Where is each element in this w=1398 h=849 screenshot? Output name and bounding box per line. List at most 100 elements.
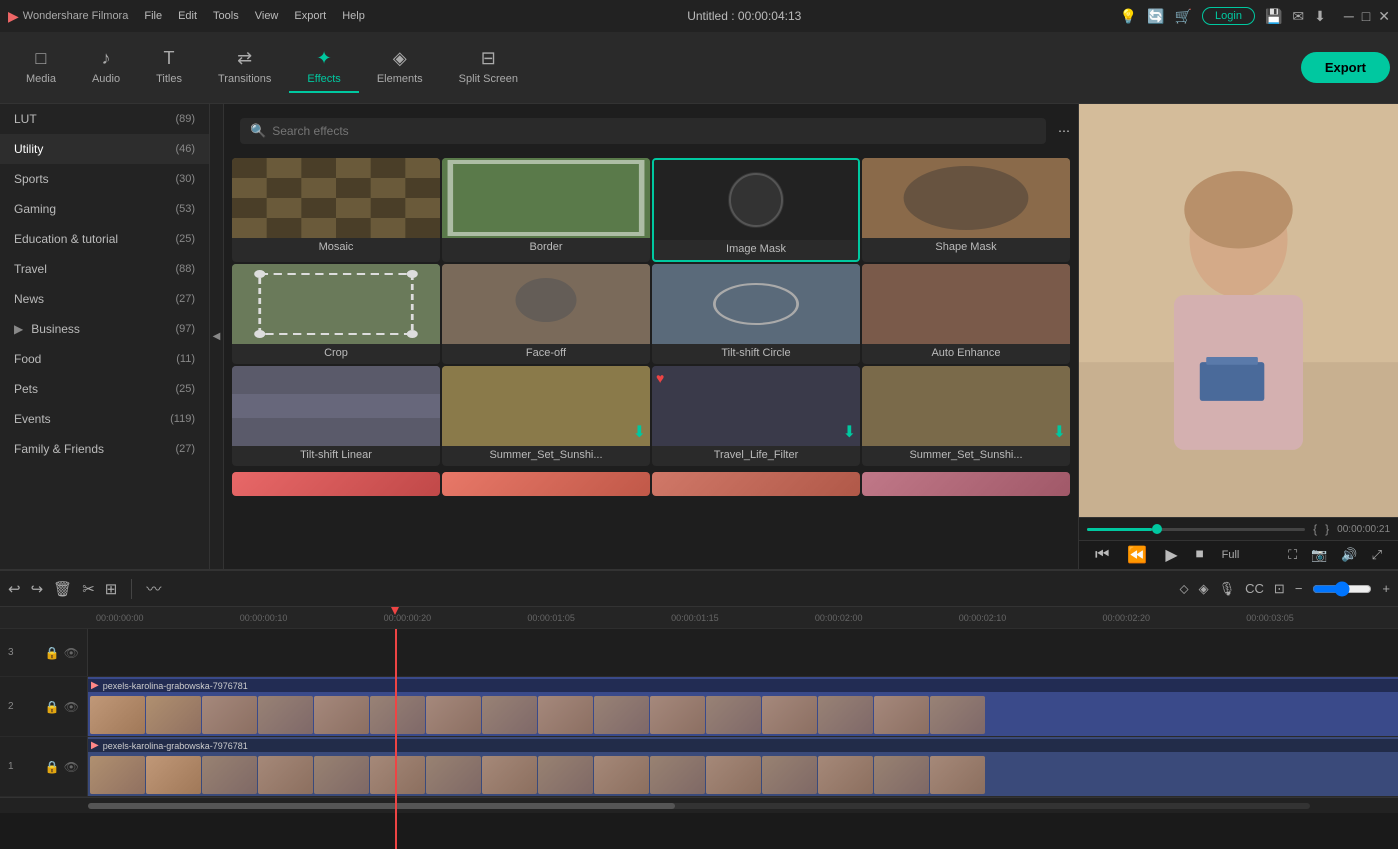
split-audio-button[interactable]: ⊞ (105, 580, 118, 598)
menu-edit[interactable]: Edit (174, 8, 201, 24)
progress-track[interactable] (1087, 528, 1305, 531)
lightbulb-icon[interactable]: 💡 (1120, 8, 1137, 25)
mark-out-button[interactable]: ◈ (1199, 581, 1209, 597)
sidebar-item-education[interactable]: Education & tutorial (25) (0, 224, 209, 254)
sidebar-item-familyfriends[interactable]: Family & Friends (27) (0, 434, 209, 464)
menu-file[interactable]: File (140, 8, 166, 24)
pip-button[interactable]: ⊡ (1274, 581, 1285, 597)
effects-panel: 🔍 ⋯ (224, 104, 1078, 569)
track-3-content[interactable] (88, 629, 1398, 676)
cut-button[interactable]: ✂ (82, 580, 95, 598)
menu-export[interactable]: Export (290, 8, 330, 24)
zoom-slider[interactable] (1312, 581, 1372, 597)
save-icon[interactable]: 💾 (1265, 8, 1282, 25)
login-button[interactable]: Login (1202, 7, 1255, 25)
out-point-bracket[interactable]: } (1325, 522, 1329, 536)
toolbar-titles[interactable]: T Titles (138, 42, 200, 93)
in-point-bracket[interactable]: { (1313, 522, 1317, 536)
toolbar-audio[interactable]: ♪ Audio (74, 42, 138, 93)
preview-panel: { } 00:00:00:21 ⏮ ⏪ ▶ ⏹ Full ⛶ 📷 🔊 ⤢ (1078, 104, 1398, 569)
sidebar-collapse-button[interactable]: ◀ (210, 104, 224, 569)
sidebar-item-utility[interactable]: Utility (46) (0, 134, 209, 164)
effect-crop-thumb (232, 264, 440, 344)
sidebar-food-count: (11) (176, 353, 195, 365)
screenshot-icon[interactable]: 📷 (1311, 547, 1327, 563)
track-1-content[interactable]: ▶ pexels-karolina-grabowska-7976781 (88, 737, 1398, 796)
maximize-button[interactable]: □ (1362, 8, 1370, 25)
effect-shapemask[interactable]: Shape Mask (862, 158, 1070, 262)
waveform-button[interactable]: 〰 (146, 578, 161, 599)
grid-options-icon[interactable]: ⋯ (1058, 124, 1070, 138)
menu-tools[interactable]: Tools (209, 8, 243, 24)
download-icon[interactable]: ⬇ (1314, 8, 1326, 25)
zoom-in-button[interactable]: + (1382, 581, 1390, 596)
minimize-button[interactable]: ─ (1344, 8, 1354, 25)
refresh-icon[interactable]: 🔄 (1147, 8, 1164, 25)
sidebar-item-business[interactable]: ▶ Business (97) (0, 314, 209, 344)
effect-border[interactable]: Border (442, 158, 650, 262)
effect-travellife[interactable]: ♥ ⬇ Travel_Life_Filter (652, 366, 860, 466)
audio-icon[interactable]: 🔊 (1341, 547, 1357, 563)
close-button[interactable]: ✕ (1378, 8, 1390, 25)
effect-faceoff-thumb (442, 264, 650, 344)
clip-1-2 (146, 756, 201, 794)
effect-imagemask[interactable]: Image Mask (652, 158, 860, 262)
captions-button[interactable]: CC (1245, 581, 1264, 596)
toolbar-media[interactable]: □ Media (8, 42, 74, 93)
stop-button[interactable]: ⏹ (1196, 546, 1204, 564)
effect-tiltcircle[interactable]: Tilt-shift Circle (652, 264, 860, 364)
zoom-level-button[interactable]: Full (1222, 549, 1240, 561)
undo-button[interactable]: ↩ (8, 580, 21, 598)
effect-tiltlinear[interactable]: Tilt-shift Linear (232, 366, 440, 466)
scrollbar-thumb[interactable] (88, 803, 675, 809)
track-visibility-icon[interactable]: 👁 (64, 646, 79, 660)
clip-2-16 (930, 696, 985, 734)
sidebar-item-travel[interactable]: Travel (88) (0, 254, 209, 284)
sidebar-item-lut[interactable]: LUT (89) (0, 104, 209, 134)
track-lock-icon[interactable]: 🔒 (45, 646, 60, 660)
sidebar-item-events[interactable]: Events (119) (0, 404, 209, 434)
mail-icon[interactable]: ✉ (1292, 8, 1304, 25)
zoom-range-input[interactable] (1312, 581, 1372, 597)
prev-frame-button[interactable]: ⏪ (1127, 545, 1147, 565)
effect-mosaic[interactable]: Mosaic (232, 158, 440, 262)
track-2-lock-icon[interactable]: 🔒 (45, 700, 60, 714)
progress-handle[interactable] (1152, 524, 1162, 534)
menu-help[interactable]: Help (338, 8, 369, 24)
effect-faceoff[interactable]: Face-off (442, 264, 650, 364)
delete-button[interactable]: 🗑 (53, 580, 72, 598)
toolbar-effects[interactable]: ✦ Effects (289, 42, 358, 93)
search-input[interactable] (272, 124, 1036, 138)
toolbar-elements[interactable]: ◈ Elements (359, 42, 441, 93)
expand-icon[interactable]: ⤢ (1372, 547, 1382, 563)
effect-crop[interactable]: Crop (232, 264, 440, 364)
track-2-visibility-icon[interactable]: 👁 (64, 700, 79, 714)
sidebar-item-food[interactable]: Food (11) (0, 344, 209, 374)
track-1-lock-icon[interactable]: 🔒 (45, 760, 60, 774)
effects-sidebar: LUT (89) Utility (46) Sports (30) Gaming… (0, 104, 210, 569)
rewind-button[interactable]: ⏮ (1095, 546, 1109, 564)
timeline-ruler[interactable]: 00:00:00:00 00:00:00:10 00:00:00:20 00:0… (0, 607, 1398, 629)
mark-in-button[interactable]: ⬦ (1180, 581, 1189, 597)
redo-button[interactable]: ↪ (31, 580, 44, 598)
toolbar-splitscreen[interactable]: ⊟ Split Screen (441, 42, 536, 93)
effect-summerset[interactable]: ⬇ Summer_Set_Sunshi... (442, 366, 650, 466)
voiceover-button[interactable]: 🎙 (1219, 581, 1236, 597)
fullscreen-icon[interactable]: ⛶ (1288, 547, 1297, 563)
track-2-content[interactable]: ▶ pexels-karolina-grabowska-7976781 (88, 677, 1398, 736)
sidebar-item-sports[interactable]: Sports (30) (0, 164, 209, 194)
track-1-icons: 🔒 👁 (45, 760, 79, 774)
export-button[interactable]: Export (1301, 52, 1390, 83)
menu-view[interactable]: View (251, 8, 283, 24)
track-1-visibility-icon[interactable]: 👁 (64, 760, 79, 774)
sidebar-item-gaming[interactable]: Gaming (53) (0, 194, 209, 224)
toolbar-transitions[interactable]: ⇄ Transitions (200, 42, 289, 93)
sidebar-item-news[interactable]: News (27) (0, 284, 209, 314)
play-button[interactable]: ▶ (1165, 545, 1177, 565)
sidebar-item-pets[interactable]: Pets (25) (0, 374, 209, 404)
effect-summerset2[interactable]: ⬇ Summer_Set_Sunshi... (862, 366, 1070, 466)
timeline-scrollbar[interactable] (0, 797, 1398, 813)
effect-autoenhance[interactable]: Auto Enhance (862, 264, 1070, 364)
zoom-out-button[interactable]: − (1295, 581, 1303, 596)
cart-icon[interactable]: 🛒 (1175, 8, 1192, 25)
